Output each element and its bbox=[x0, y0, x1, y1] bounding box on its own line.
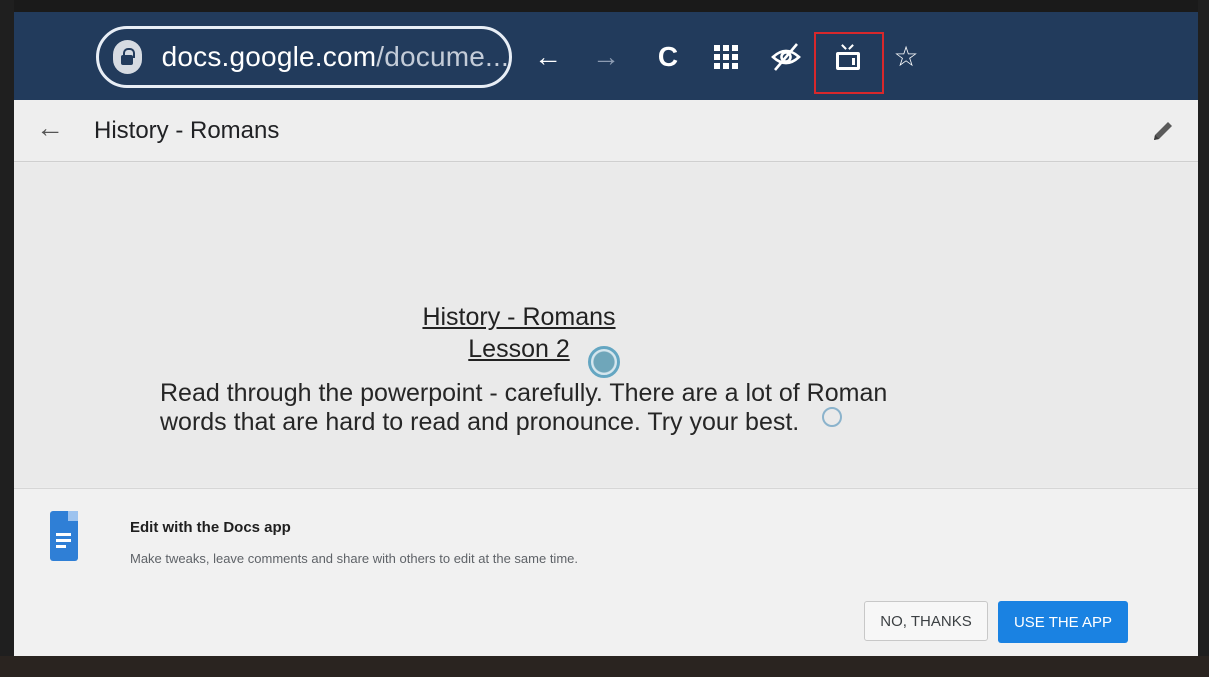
back-arrow-icon[interactable]: ← bbox=[530, 40, 566, 74]
lock-icon[interactable] bbox=[113, 40, 142, 74]
tv-bezel-right bbox=[1198, 0, 1209, 677]
doc-app-bar: ← History - Romans bbox=[14, 100, 1198, 162]
docs-app-icon bbox=[50, 511, 78, 561]
heading-line-1: History - Romans bbox=[422, 303, 616, 331]
tv-bezel-top bbox=[0, 0, 1209, 12]
banner-title: Edit with the Docs app bbox=[130, 519, 291, 536]
document-subheading: Lesson 2 bbox=[14, 335, 1024, 364]
document-paragraph: Read through the powerpoint - carefully.… bbox=[160, 379, 888, 436]
pencil-icon[interactable] bbox=[1150, 118, 1176, 144]
url-domain: docs.google.com bbox=[161, 41, 377, 72]
document-body: History - Romans Lesson 2 Read through t… bbox=[14, 163, 1198, 487]
tv-bezel-left bbox=[0, 0, 14, 677]
tv-icon[interactable] bbox=[836, 52, 860, 70]
doc-back-arrow-icon[interactable]: ← bbox=[36, 112, 64, 144]
apps-grid-icon[interactable] bbox=[714, 45, 738, 69]
tv-bezel-bottom bbox=[0, 656, 1209, 677]
star-icon[interactable]: ☆ bbox=[888, 40, 924, 74]
document-heading: History - Romans bbox=[14, 303, 1024, 332]
use-the-app-button[interactable]: USE THE APP bbox=[998, 601, 1128, 643]
address-bar[interactable]: docs.google.com/docume... bbox=[96, 26, 512, 88]
browser-toolbar: docs.google.com/docume... ← → C ☆ bbox=[14, 12, 1198, 100]
doc-title: History - Romans bbox=[94, 117, 280, 144]
docs-app-banner: Edit with the Docs app Make tweaks, leav… bbox=[14, 488, 1198, 656]
no-thanks-button[interactable]: NO, THANKS bbox=[864, 601, 988, 641]
forward-arrow-icon[interactable]: → bbox=[588, 40, 624, 74]
reload-icon[interactable]: C bbox=[650, 40, 686, 74]
url-path: /docume... bbox=[376, 41, 509, 72]
heading-line-2: Lesson 2 bbox=[468, 335, 570, 363]
banner-subtitle: Make tweaks, leave comments and share wi… bbox=[130, 551, 578, 566]
loading-ring-icon bbox=[822, 407, 842, 427]
url-text: docs.google.com/docume... bbox=[162, 41, 509, 73]
screen: docs.google.com/docume... ← → C ☆ ← Hist… bbox=[14, 12, 1198, 656]
eye-off-icon[interactable] bbox=[770, 40, 802, 74]
cursor-indicator-icon bbox=[588, 346, 620, 378]
